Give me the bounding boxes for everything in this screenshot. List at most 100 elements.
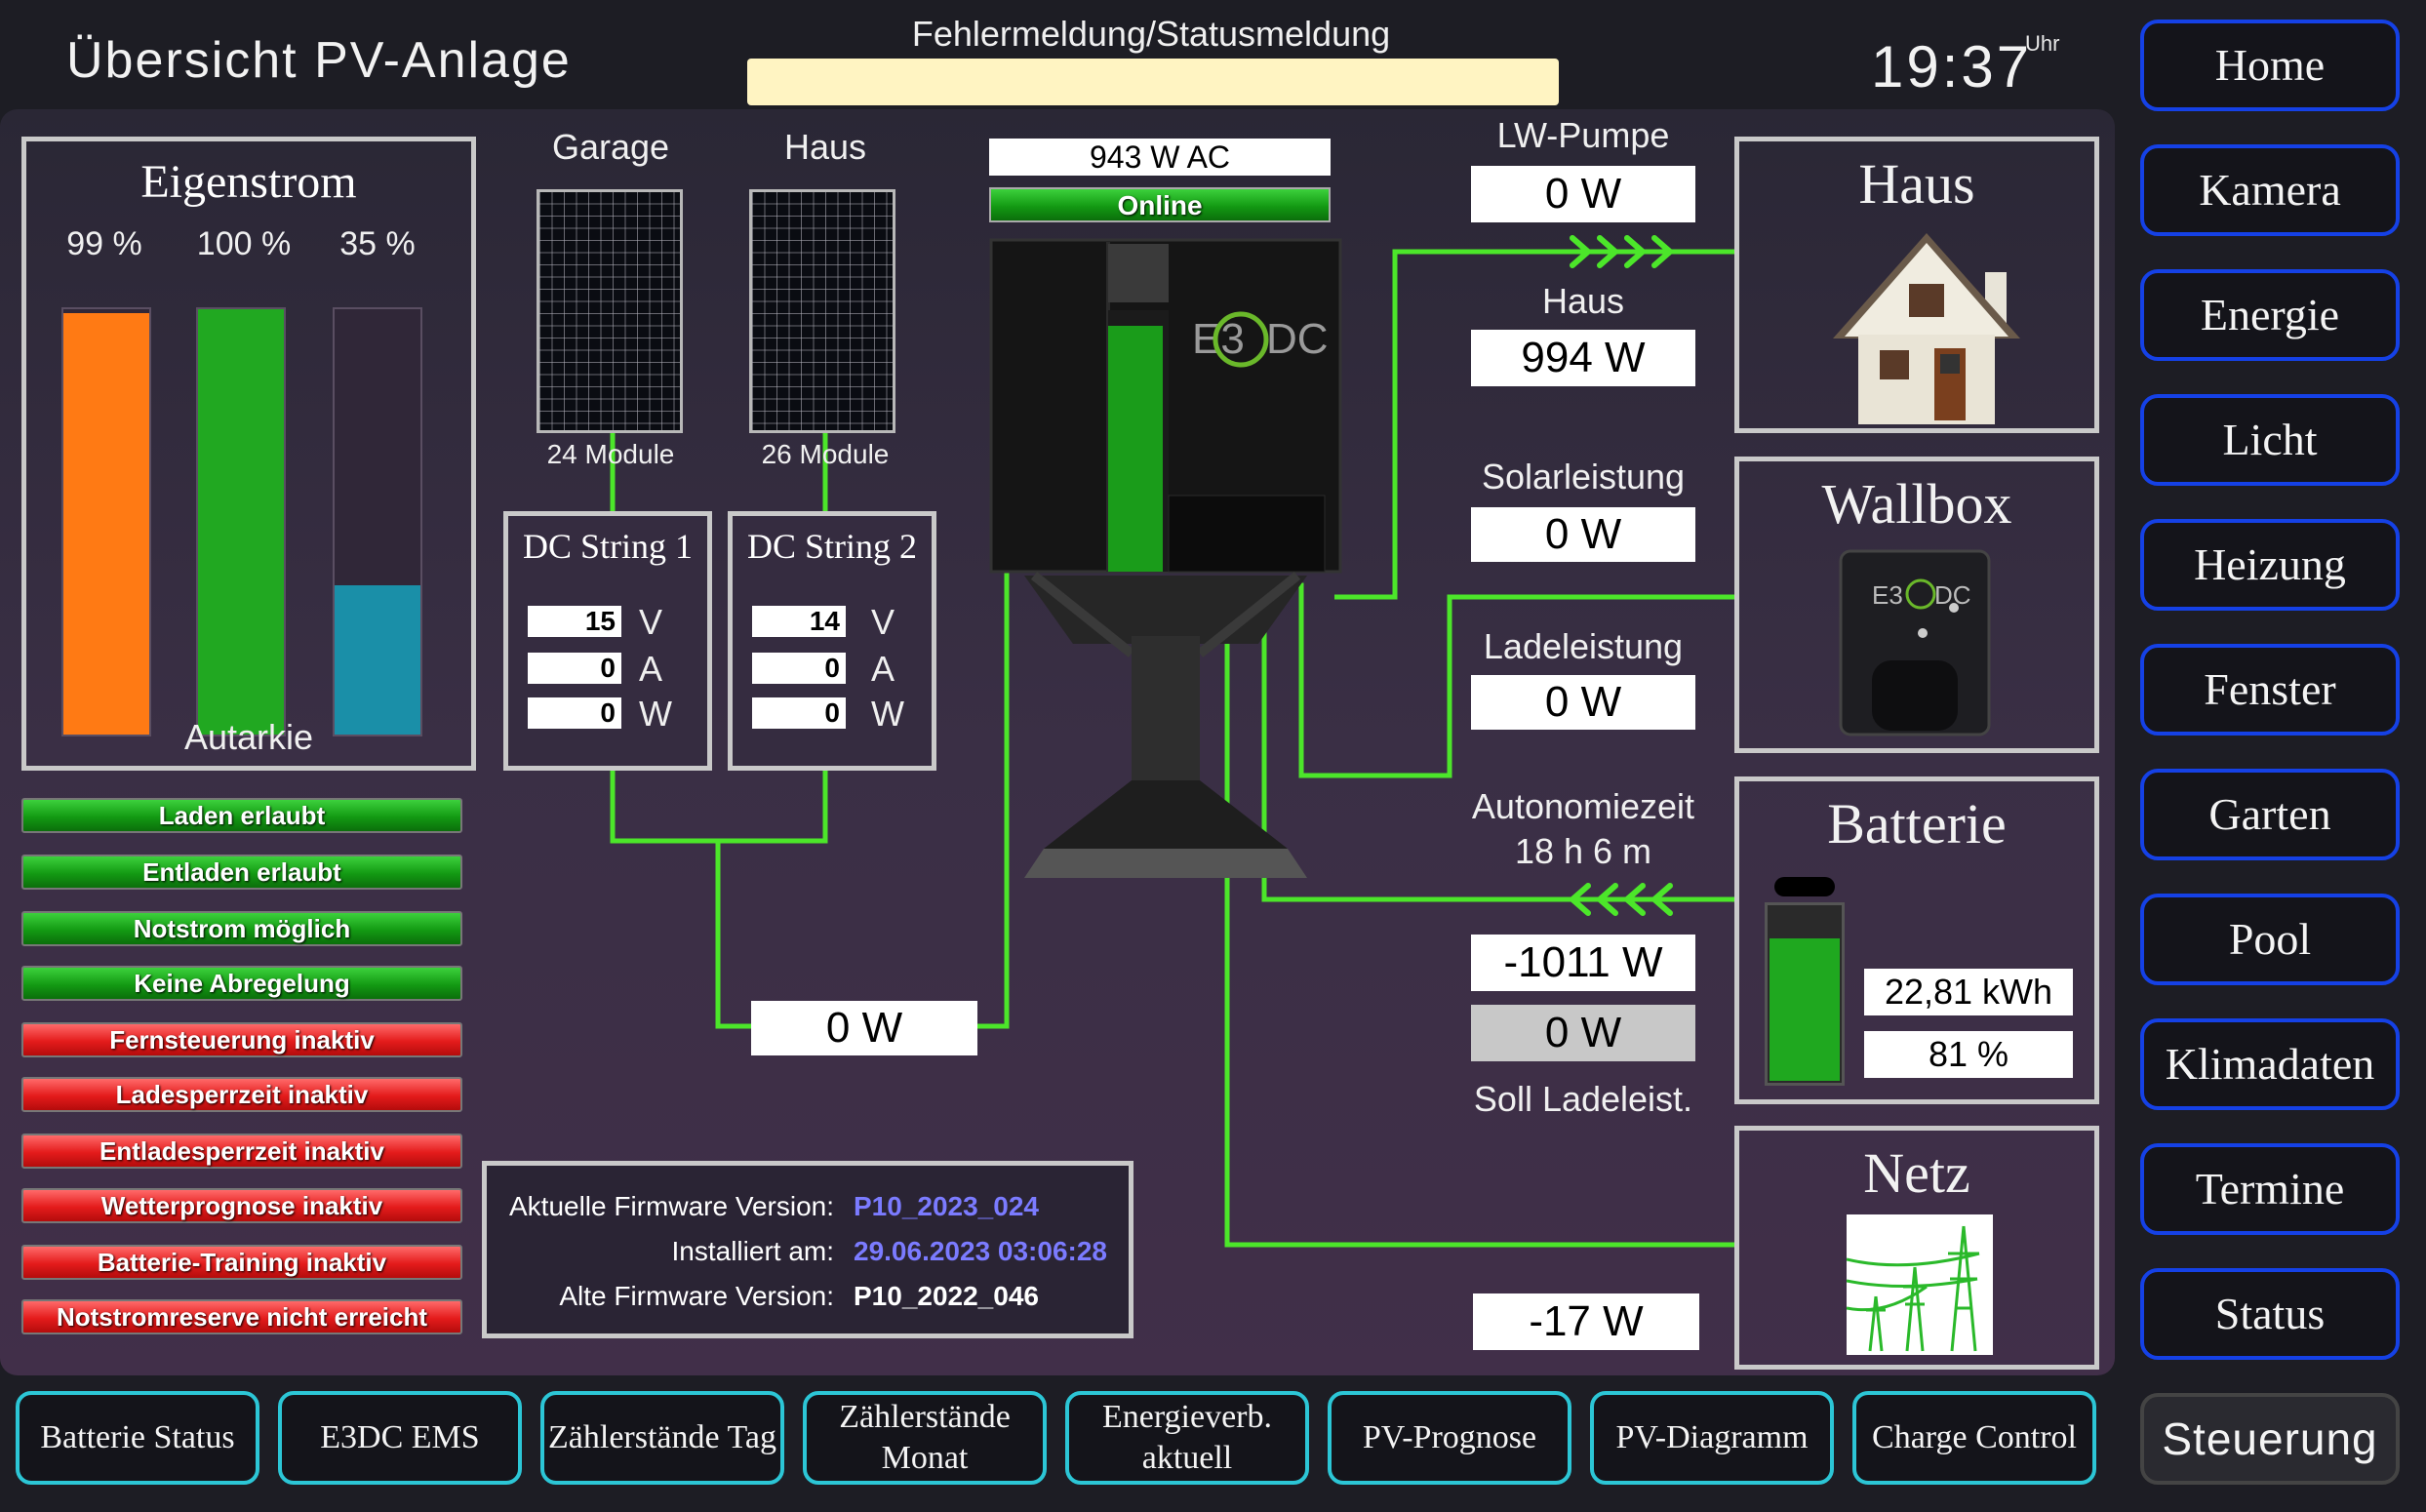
batterie-box-title: Batterie	[1827, 792, 2007, 855]
dc-string-2: DC String 2 14 V 0 A 0 W	[728, 511, 936, 771]
dc1-volt: 15	[528, 606, 621, 637]
firmware-installed-label: Installiert am:	[671, 1236, 835, 1266]
nav-button-heizung[interactable]: Heizung	[2140, 519, 2400, 611]
wallbox-box-title: Wallbox	[1821, 472, 2012, 536]
nav-button-home[interactable]: Home	[2140, 20, 2400, 111]
autonomiezeit-value: 18 h 6 m	[1514, 831, 1652, 871]
dc1-amp-unit: A	[639, 649, 663, 689]
nav-button-pool[interactable]: Pool	[2140, 894, 2400, 985]
bar-3-label: 35 %	[339, 225, 416, 262]
firmware-installed-value: 29.06.2023 03:06:28	[854, 1236, 1107, 1266]
dc-string-1-title: DC String 1	[522, 527, 694, 566]
haus-box-title: Haus	[1858, 152, 1975, 216]
status-flag: Wetterprognose inaktiv	[21, 1188, 462, 1223]
bottom-button[interactable]: Batterie Status	[16, 1391, 259, 1485]
status-flag: Ladesperrzeit inaktiv	[21, 1077, 462, 1112]
svg-text:E3: E3	[1872, 580, 1903, 610]
dc2-volt: 14	[752, 606, 846, 637]
firmware-current-label: Aktuelle Firmware Version:	[508, 1191, 834, 1221]
bar-2-label: 100 %	[196, 225, 292, 262]
batterie-box[interactable]: Batterie 22,81 kWh 81 %	[1734, 776, 2099, 1104]
wallbox-box[interactable]: Wallbox E3 DC	[1734, 457, 2099, 753]
bottom-button[interactable]: Zählerstände Monat	[803, 1391, 1047, 1485]
dc1-volt-unit: V	[639, 602, 663, 642]
soll-ladeleistung-value: 0 W	[1471, 1005, 1695, 1061]
status-flag: Batterie-Training inaktiv	[21, 1245, 462, 1280]
dc1-watt-unit: W	[639, 694, 672, 734]
nav-button-fenster[interactable]: Fenster	[2140, 644, 2400, 736]
wallbox-icon: E3 DC	[1839, 549, 1991, 736]
nav-button-licht[interactable]: Licht	[2140, 394, 2400, 486]
bottom-button[interactable]: PV-Prognose	[1328, 1391, 1571, 1485]
battery-cap	[1774, 877, 1835, 896]
dc2-watt: 0	[752, 697, 846, 729]
eigenstrom-title: Eigenstrom	[140, 156, 357, 208]
bar-1-label: 99 %	[66, 225, 142, 262]
bottom-button[interactable]: Energieverb. aktuell	[1065, 1391, 1309, 1485]
haus-consumption-label: Haus	[1541, 281, 1625, 321]
nav-button-status[interactable]: Status	[2140, 1268, 2400, 1360]
battery-kwh: 22,81 kWh	[1864, 969, 2073, 1015]
dc1-amp: 0	[528, 653, 621, 684]
svg-text:DC: DC	[1266, 315, 1329, 363]
e3dc-storage-unit: E3 DC	[989, 238, 1342, 878]
house-icon	[1833, 233, 2020, 424]
haus-pv-label: Haus	[783, 127, 867, 167]
ladeleistung-label: Ladeleistung	[1483, 626, 1684, 666]
dc1-watt: 0	[528, 697, 621, 729]
ladeleistung-value: 0 W	[1471, 675, 1695, 730]
status-flag: Laden erlaubt	[21, 798, 462, 833]
battery-power-value: -1011 W	[1471, 935, 1695, 991]
status-flag: Notstromreserve nicht erreicht	[21, 1299, 462, 1334]
firmware-old-label: Alte Firmware Version:	[559, 1281, 834, 1311]
dc2-watt-unit: W	[871, 694, 904, 734]
bottom-button[interactable]: Charge Control	[1852, 1391, 2096, 1485]
pv-total-power: 0 W	[751, 1001, 977, 1055]
netz-box-title: Netz	[1863, 1141, 1970, 1205]
nav-button-energie[interactable]: Energie	[2140, 269, 2400, 361]
status-flag: Keine Abregelung	[21, 966, 462, 1001]
solarleistung-value: 0 W	[1471, 507, 1695, 562]
autarkie-bar-2	[196, 307, 286, 736]
autarkie-bar-3	[333, 307, 422, 736]
dc2-volt-unit: V	[871, 602, 895, 642]
garage-modules: 24 Module	[546, 439, 675, 469]
nav-button-termine[interactable]: Termine	[2140, 1143, 2400, 1235]
status-flag: Entladen erlaubt	[21, 855, 462, 890]
netz-power-value: -17 W	[1473, 1293, 1699, 1350]
garage-label: Garage	[551, 127, 670, 167]
battery-gauge	[1765, 902, 1845, 1086]
online-indicator: Online	[989, 187, 1331, 222]
status-flag: Fernsteuerung inaktiv	[21, 1022, 462, 1057]
power-grid-icon	[1847, 1214, 1993, 1355]
bottom-button[interactable]: Zählerstände Tag	[540, 1391, 784, 1485]
haus-box[interactable]: Haus	[1734, 137, 2099, 433]
nav-button-garten[interactable]: Garten	[2140, 769, 2400, 860]
battery-percent: 81 %	[1864, 1031, 2073, 1078]
nav-button-kamera[interactable]: Kamera	[2140, 144, 2400, 236]
dc2-amp: 0	[752, 653, 846, 684]
lw-pumpe-label: LW-Pumpe	[1496, 115, 1670, 155]
autarkie-bar-1	[61, 307, 151, 736]
haus-modules: 26 Module	[761, 439, 890, 469]
dc-string-1: DC String 1 15 V 0 A 0 W	[503, 511, 712, 771]
netz-box[interactable]: Netz	[1734, 1126, 2099, 1370]
nav-button-klimadaten[interactable]: Klimadaten	[2140, 1018, 2400, 1110]
autonomiezeit-label: Autonomiezeit	[1471, 786, 1695, 826]
eigenstrom-panel: Eigenstrom 99 % 100 % 35 % Autarkie	[21, 137, 476, 771]
ac-power: 943 W AC	[989, 139, 1331, 176]
firmware-old-value: P10_2022_046	[854, 1281, 1039, 1311]
haus-consumption-value: 994 W	[1471, 330, 1695, 386]
bottom-button[interactable]: E3DC EMS	[278, 1391, 522, 1485]
lw-pumpe-value: 0 W	[1471, 166, 1695, 222]
firmware-current-value: P10_2023_024	[854, 1191, 1039, 1221]
bottom-button[interactable]: PV-Diagramm	[1590, 1391, 1834, 1485]
solar-panel-haus	[749, 189, 895, 433]
nav-button-steuerung[interactable]: Steuerung	[2140, 1393, 2400, 1485]
status-flag: Notstrom möglich	[21, 911, 462, 946]
dc2-amp-unit: A	[871, 649, 895, 689]
firmware-panel: Aktuelle Firmware Version: P10_2023_024 …	[482, 1161, 1133, 1338]
dc-string-2-title: DC String 2	[746, 527, 918, 566]
solar-panel-garage	[537, 189, 683, 433]
soll-ladeleistung-label: Soll Ladeleist.	[1473, 1079, 1693, 1119]
